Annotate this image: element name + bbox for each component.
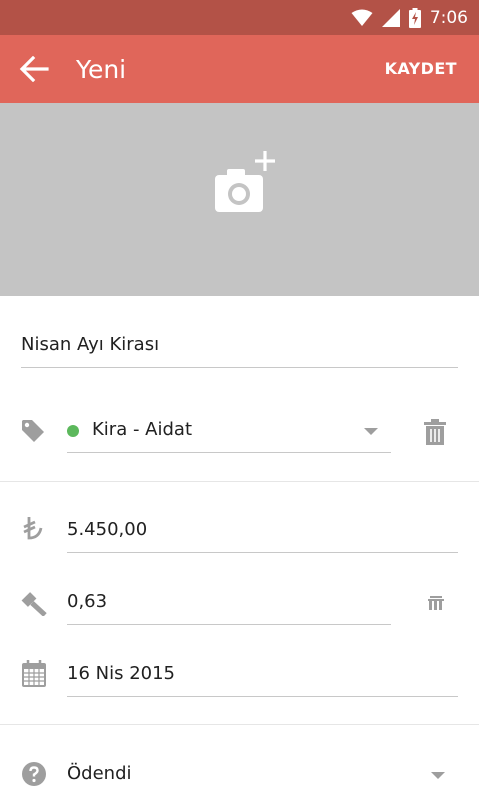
category-underline [67, 452, 391, 453]
battery-charging-icon [408, 7, 421, 28]
page-title: Yeni [76, 55, 127, 84]
rate-underline [67, 624, 391, 625]
date-underline [67, 696, 458, 697]
delete-button[interactable] [422, 418, 448, 446]
app-bar: Yeni KAYDET [0, 35, 479, 103]
gavel-icon [20, 588, 48, 616]
photo-area[interactable] [0, 103, 479, 296]
payment-status-select[interactable]: Ödendi [67, 763, 132, 784]
category-dropdown-icon[interactable] [364, 428, 378, 435]
lira-icon [21, 515, 45, 541]
section-divider-2 [0, 724, 479, 725]
category-color-dot [67, 425, 79, 437]
wifi-icon [351, 9, 373, 26]
back-arrow-icon [19, 56, 49, 82]
section-divider [0, 481, 479, 482]
calendar-icon [20, 660, 48, 688]
status-icons: 7:06 [351, 0, 479, 35]
status-dropdown-icon[interactable] [431, 772, 445, 779]
save-button[interactable]: KAYDET [385, 59, 457, 78]
cellular-signal-icon [381, 8, 400, 27]
amount-field[interactable]: 5.450,00 [67, 519, 147, 540]
title-field[interactable]: Nisan Ayı Kirası [21, 334, 159, 355]
date-field[interactable]: 16 Nis 2015 [67, 663, 175, 684]
rate-field[interactable]: 0,63 [67, 591, 107, 612]
help-icon [21, 761, 47, 787]
title-field-underline [21, 367, 458, 368]
status-time: 7:06 [429, 7, 468, 28]
back-button[interactable] [15, 51, 53, 87]
amount-underline [67, 552, 458, 553]
tag-icon [20, 418, 46, 444]
category-select[interactable]: Kira - Aidat [92, 419, 192, 440]
rate-settings-button[interactable] [427, 594, 445, 612]
add-photo-icon[interactable] [207, 149, 287, 219]
columns-icon [428, 596, 444, 610]
status-bar: 7:06 [0, 0, 479, 35]
trash-icon [424, 418, 446, 445]
